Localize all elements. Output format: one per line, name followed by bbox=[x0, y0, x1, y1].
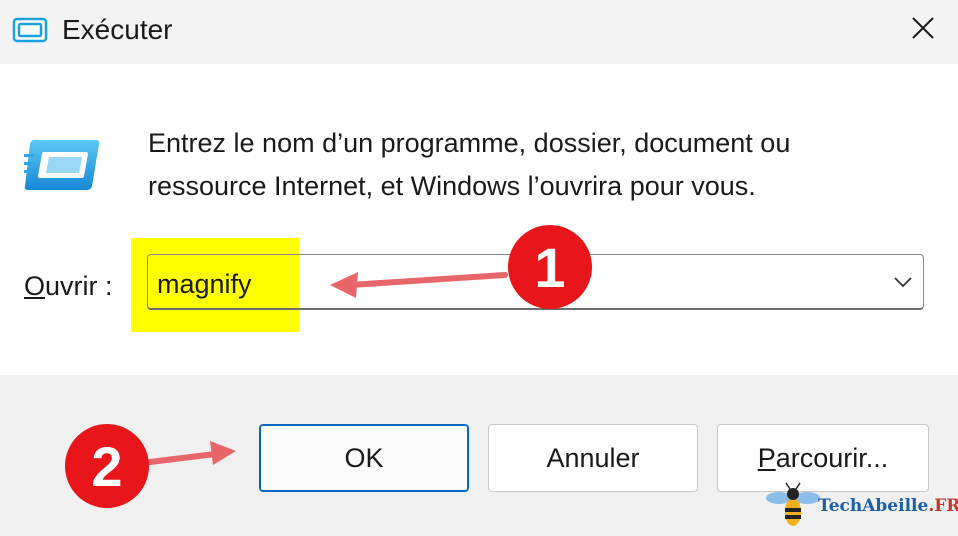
dialog-content: Entrez le nom d’un programme, dossier, d… bbox=[0, 64, 958, 375]
step-badge-2: 2 bbox=[65, 424, 149, 508]
run-icon bbox=[24, 140, 100, 190]
open-label-text: uvrir : bbox=[45, 271, 113, 301]
title-bar: Exécuter bbox=[0, 0, 958, 64]
arrow-2 bbox=[147, 441, 236, 465]
chevron-down-icon[interactable] bbox=[892, 274, 914, 290]
cancel-button[interactable]: Annuler bbox=[488, 424, 698, 492]
dialog-description: Entrez le nom d’un programme, dossier, d… bbox=[148, 128, 791, 201]
open-combobox[interactable] bbox=[147, 254, 924, 310]
cancel-button-label: Annuler bbox=[546, 442, 640, 473]
watermark-name: TechAbeille bbox=[818, 496, 929, 516]
browse-button-label: arcourir... bbox=[775, 442, 889, 473]
open-label-accesskey: O bbox=[24, 271, 46, 301]
run-icon bbox=[12, 17, 48, 43]
ok-button[interactable]: OK bbox=[259, 424, 469, 492]
watermark-suffix: .FR bbox=[928, 496, 958, 516]
step-badge-2-text: 2 bbox=[91, 435, 122, 498]
browse-button-accesskey: P bbox=[757, 442, 776, 473]
window-title: Exécuter bbox=[62, 14, 173, 45]
watermark-text: TechAbeille.FR bbox=[818, 496, 958, 516]
ok-button-label: OK bbox=[344, 442, 384, 473]
open-label: Ouvrir : bbox=[24, 270, 113, 302]
close-button[interactable] bbox=[888, 0, 958, 56]
open-combobox-value[interactable]: magnify bbox=[157, 268, 252, 300]
close-icon bbox=[912, 17, 934, 39]
